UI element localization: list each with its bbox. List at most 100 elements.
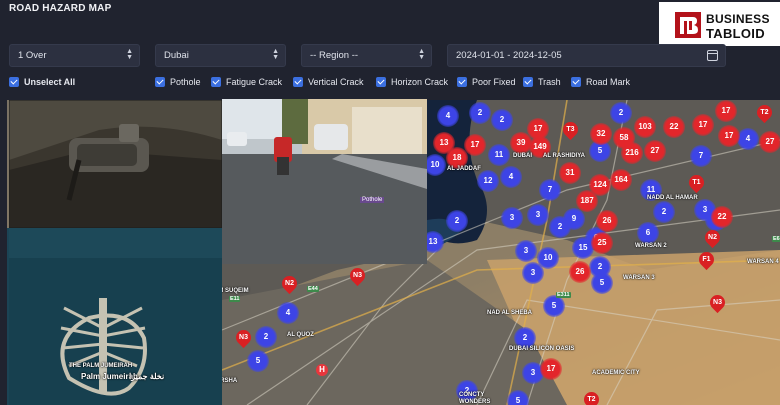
cluster-marker[interactable]: 5 (247, 350, 269, 372)
cluster-marker[interactable]: 26 (569, 261, 591, 283)
map-label: CONCTY (459, 392, 485, 398)
road-image (222, 99, 427, 264)
map-pin[interactable]: F1 (695, 248, 718, 271)
cluster-marker[interactable]: 7 (539, 179, 561, 201)
hospital-icon[interactable]: H (316, 364, 328, 376)
cluster-marker[interactable]: 3 (515, 240, 537, 262)
cluster-marker[interactable]: 3 (501, 207, 523, 229)
cluster-marker[interactable]: 32 (590, 123, 612, 145)
cluster-marker[interactable]: 2 (491, 109, 513, 131)
cluster-marker[interactable]: 17 (540, 358, 562, 380)
map-pin[interactable]: N2 (278, 272, 301, 295)
cluster-marker[interactable]: 17 (715, 100, 737, 122)
checkbox-checked-icon (571, 77, 581, 87)
cluster-marker[interactable]: 2 (446, 210, 468, 232)
cluster-marker[interactable]: 3 (522, 262, 544, 284)
brand-mark-icon (675, 12, 701, 38)
map-pin[interactable]: T2 (753, 101, 776, 124)
map-label: NAD AL SHEBA (487, 310, 533, 316)
map-pin[interactable]: N2 (701, 226, 724, 249)
road-photo: Pothole (222, 99, 427, 264)
cluster-marker[interactable]: 31 (559, 162, 581, 184)
map-label: NADD AL HAMAR (647, 195, 698, 201)
cluster-marker[interactable]: 5 (591, 272, 613, 294)
region-select-value: -- Region -- (310, 50, 359, 61)
checkbox-checked-icon (293, 77, 303, 87)
dashcam-photo (9, 100, 222, 228)
checkbox-checked-icon (523, 77, 533, 87)
cluster-marker[interactable]: 11 (488, 144, 510, 166)
cluster-marker[interactable]: 103 (634, 116, 656, 138)
map-label: DUBAI SILICON OASIS (509, 346, 575, 352)
cluster-marker[interactable]: 27 (759, 131, 780, 153)
select-arrows-icon: ▲ ▼ (126, 48, 133, 61)
cluster-marker[interactable]: 187 (576, 190, 598, 212)
map-label: ACADEMIC CITY (592, 370, 640, 376)
map-pin[interactable]: T3 (559, 118, 582, 141)
road-label: E311 (556, 292, 571, 298)
cluster-marker[interactable]: 3 (527, 204, 549, 226)
calendar-icon (707, 50, 718, 61)
region-select[interactable]: -- Region -- ▲ ▼ (301, 44, 432, 67)
cluster-marker[interactable]: 5 (507, 390, 529, 405)
map-label: DUBAI (513, 153, 532, 159)
cluster-marker[interactable]: 27 (644, 140, 666, 162)
city-select[interactable]: Dubai ▲ ▼ (155, 44, 286, 67)
cluster-marker[interactable]: 12 (477, 170, 499, 192)
cluster-marker[interactable]: 26 (596, 210, 618, 232)
map-label: WARSAN 3 (623, 275, 655, 281)
map-pin[interactable]: N3 (232, 326, 255, 349)
cluster-marker[interactable]: 4 (277, 302, 299, 324)
count-select-value: 1 Over (18, 50, 47, 61)
cluster-marker[interactable]: 6 (637, 222, 659, 244)
map-label: WARSAN 4 (747, 259, 779, 265)
cluster-marker[interactable]: 216 (621, 142, 643, 164)
cluster-marker[interactable]: 4 (500, 166, 522, 188)
map-label: WARSAN 2 (635, 243, 667, 249)
select-arrows-icon: ▲ ▼ (418, 48, 425, 61)
cluster-marker[interactable]: 164 (610, 169, 632, 191)
map-label: THE PALM JUMEIRAH (69, 363, 133, 369)
cluster-marker[interactable]: 2 (653, 201, 675, 223)
detection-label: Pothole (360, 197, 385, 203)
cluster-marker[interactable]: 2 (469, 102, 491, 124)
cluster-marker[interactable]: 4 (737, 128, 759, 150)
map-label-arabic: نخلة جميرا (129, 372, 165, 381)
cluster-marker[interactable]: 5 (543, 295, 565, 317)
brand-line-2: TABLOID (706, 26, 765, 41)
map-pin[interactable]: N3 (346, 264, 369, 287)
map-pin[interactable]: N3 (706, 291, 729, 314)
app-window: ROAD HAZARD MAP BUSINESS TABLOID 1 Over … (0, 0, 780, 405)
cluster-marker[interactable]: 7 (690, 145, 712, 167)
cluster-marker[interactable]: 2 (255, 326, 277, 348)
cluster-marker[interactable]: 22 (663, 116, 685, 138)
brand-logo: BUSINESS TABLOID (659, 2, 780, 46)
dashcam-image (9, 100, 222, 228)
cluster-marker[interactable]: 4 (437, 105, 459, 127)
map-pin[interactable]: T2 (580, 388, 603, 405)
cluster-marker[interactable]: 2 (549, 216, 571, 238)
checkbox-checked-icon (9, 77, 19, 87)
road-label: E44 (307, 286, 319, 292)
cluster-marker[interactable]: 22 (711, 206, 733, 228)
cluster-marker[interactable]: 25 (591, 232, 613, 254)
palm-satellite-photo: THE PALM JUMEIRAH Palm Jumeirah نخلة جمي… (9, 228, 222, 405)
brand-line-1: BUSINESS (706, 12, 770, 26)
road-label: E11 (229, 296, 241, 302)
city-select-value: Dubai (164, 50, 189, 61)
cluster-marker[interactable]: 10 (424, 154, 446, 176)
checkbox-checked-icon (155, 77, 165, 87)
page-title: ROAD HAZARD MAP (9, 3, 112, 14)
map-pin[interactable]: T1 (685, 171, 708, 194)
road-label: E611 (772, 236, 780, 242)
cluster-marker[interactable]: 17 (718, 125, 740, 147)
count-select[interactable]: 1 Over ▲ ▼ (9, 44, 140, 67)
cluster-marker[interactable]: 17 (692, 114, 714, 136)
cluster-marker[interactable]: 2 (610, 102, 632, 124)
map-label: AL RASHIDIYA (543, 153, 586, 159)
date-range-value: 2024-01-01 - 2024-12-05 (456, 50, 562, 61)
select-arrows-icon: ▲ ▼ (272, 48, 279, 61)
cluster-marker[interactable]: 17 (464, 134, 486, 156)
date-range-input[interactable]: 2024-01-01 - 2024-12-05 (447, 44, 726, 67)
checkbox-checked-icon (457, 77, 467, 87)
